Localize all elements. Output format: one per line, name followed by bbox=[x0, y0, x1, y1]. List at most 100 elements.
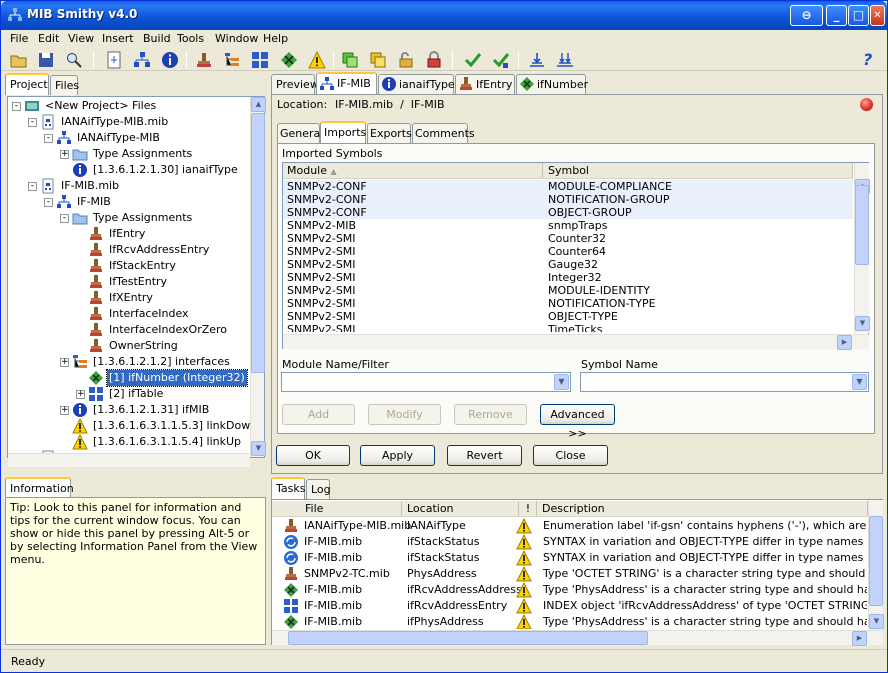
table-row[interactable]: SNMPv2-CONF MODULE-COMPLIANCE bbox=[283, 180, 853, 193]
column-file[interactable]: File bbox=[272, 501, 402, 516]
menu-insert[interactable]: Insert bbox=[102, 32, 134, 45]
menu-view[interactable]: View bbox=[68, 32, 94, 45]
tree-horizontal-scrollbar[interactable] bbox=[8, 453, 250, 467]
save-icon[interactable] bbox=[37, 51, 55, 69]
table-row[interactable]: SNMPv2-SMI OBJECT-TYPE bbox=[283, 310, 853, 323]
extra-title-button[interactable]: ⊖ bbox=[790, 5, 823, 26]
remove-button[interactable]: Remove bbox=[454, 404, 527, 425]
tab-ianaiftype[interactable]: ianaifType bbox=[378, 74, 455, 94]
expand-icon[interactable]: + bbox=[76, 390, 85, 399]
table-row[interactable]: SNMPv2-MIB snmpTraps bbox=[283, 219, 853, 232]
table-row[interactable]: SNMPv2-SMI TimeTicks bbox=[283, 323, 853, 332]
table-row[interactable]: SNMPv2-SMI Gauge32 bbox=[283, 258, 853, 271]
tree-node[interactable]: - IANAifType-MIB.mib bbox=[8, 114, 264, 130]
scroll-thumb[interactable] bbox=[288, 631, 648, 645]
tree-node[interactable]: [1] ifNumber (Integer32) bbox=[8, 369, 264, 387]
tree-node[interactable]: IfRcvAddressEntry bbox=[8, 242, 264, 258]
module-filter-combo[interactable]: ▼ bbox=[281, 372, 571, 392]
scalar-icon[interactable] bbox=[280, 51, 298, 69]
tree-node[interactable]: IfTestEntry bbox=[8, 274, 264, 290]
table-row[interactable]: SNMPv2-SMI Counter32 bbox=[283, 232, 853, 245]
check-icon[interactable] bbox=[464, 51, 482, 69]
scroll-down-icon[interactable]: ▼ bbox=[869, 614, 884, 629]
tab-log[interactable]: Log bbox=[306, 479, 331, 499]
lock-icon[interactable] bbox=[425, 51, 443, 69]
task-row[interactable]: IF-MIB.mib ifPhysAddress Type 'PhysAddress… bbox=[272, 614, 867, 629]
table-icon[interactable] bbox=[251, 51, 269, 69]
tree-node[interactable]: - Type Assignments bbox=[8, 210, 264, 226]
new-file-icon[interactable] bbox=[105, 51, 123, 69]
tree-node[interactable]: + [1.3.6.1.2.1.31] ifMIB bbox=[8, 402, 264, 418]
task-row[interactable]: IF-MIB.mib ifRcvAddressEntry INDEX object … bbox=[272, 598, 867, 614]
table-row[interactable]: SNMPv2-SMI NOTIFICATION-TYPE bbox=[283, 297, 853, 310]
warning-icon[interactable] bbox=[308, 51, 326, 69]
tree-node[interactable]: [1.3.6.1.2.1.30] ianaifType bbox=[8, 162, 264, 178]
collapse-icon[interactable]: - bbox=[60, 214, 69, 223]
scroll-thumb[interactable] bbox=[869, 516, 883, 606]
expand-icon[interactable]: + bbox=[60, 150, 69, 159]
tab-comments[interactable]: Comments bbox=[412, 123, 475, 143]
imports-horizontal-scrollbar[interactable]: ▶ bbox=[283, 334, 869, 350]
tree-node[interactable]: IfStackEntry bbox=[8, 258, 264, 274]
chevron-down-icon[interactable]: ▼ bbox=[852, 374, 867, 390]
column-description[interactable]: Description bbox=[538, 501, 868, 516]
collapse-icon[interactable]: - bbox=[44, 134, 53, 143]
menu-build[interactable]: Build bbox=[143, 32, 171, 45]
info-icon[interactable] bbox=[161, 51, 179, 69]
table-row[interactable]: SNMPv2-CONF NOTIFICATION-GROUP bbox=[283, 193, 853, 206]
tab-ifnumber[interactable]: ifNumber bbox=[516, 74, 588, 94]
tree-node[interactable]: [1.3.6.1.6.3.1.1.5.3] linkDown bbox=[8, 417, 264, 434]
ok-button[interactable]: OK bbox=[276, 445, 350, 466]
tab-imports[interactable]: Imports bbox=[320, 121, 366, 143]
tree-node[interactable]: + [2] ifTable bbox=[8, 386, 264, 402]
tab-project[interactable]: Project bbox=[5, 73, 49, 95]
tree-node[interactable]: InterfaceIndexOrZero bbox=[8, 322, 264, 338]
apply-button[interactable]: Apply bbox=[360, 445, 435, 466]
maximize-button[interactable]: □ bbox=[848, 5, 869, 26]
collapse-icon[interactable]: - bbox=[12, 102, 21, 111]
new-module-icon[interactable] bbox=[133, 51, 151, 69]
task-row[interactable]: IF-MIB.mib ifStackStatus SYNTAX in variati… bbox=[272, 550, 867, 566]
task-row[interactable]: IF-MIB.mib ifStackStatus SYNTAX in variati… bbox=[272, 534, 867, 550]
tree-node[interactable]: - IF-MIB.mib bbox=[8, 178, 264, 194]
close-button[interactable]: Close bbox=[533, 445, 608, 466]
scroll-thumb[interactable] bbox=[251, 113, 265, 373]
add-button[interactable]: Add bbox=[282, 404, 355, 425]
tasks-horizontal-scrollbar[interactable]: ▶ bbox=[272, 630, 883, 646]
collapse-icon[interactable]: - bbox=[28, 182, 37, 191]
task-row[interactable]: IANAifType-MIB.mib IANAifType Enumeration … bbox=[272, 518, 867, 534]
table-row[interactable]: SNMPv2-SMI Counter64 bbox=[283, 245, 853, 258]
tree-node[interactable]: OwnerString bbox=[8, 338, 264, 354]
tree-node[interactable]: - IF-MIB bbox=[8, 194, 264, 210]
compile-all-icon[interactable] bbox=[556, 51, 574, 69]
scroll-down-icon[interactable]: ▼ bbox=[251, 441, 266, 456]
table-row[interactable]: SNMPv2-CONF OBJECT-GROUP bbox=[283, 206, 853, 219]
column-severity[interactable]: ! bbox=[520, 501, 537, 516]
tab-files[interactable]: Files bbox=[50, 75, 79, 95]
tab-general[interactable]: General bbox=[277, 123, 323, 143]
tab-exports[interactable]: Exports bbox=[367, 123, 412, 143]
column-module[interactable]: Module ▲ bbox=[283, 163, 543, 178]
help-icon[interactable]: ? bbox=[863, 50, 872, 69]
tree-node[interactable]: + Type Assignments bbox=[8, 146, 264, 162]
tree-node[interactable]: IfEntry bbox=[8, 226, 264, 242]
check-all-icon[interactable] bbox=[492, 51, 510, 69]
tasks-vertical-scrollbar[interactable]: ▼ bbox=[868, 500, 884, 630]
collapse-icon[interactable]: - bbox=[28, 118, 37, 127]
menu-help[interactable]: Help bbox=[263, 32, 288, 45]
search-icon[interactable] bbox=[65, 51, 83, 69]
menu-window[interactable]: Window bbox=[215, 32, 258, 45]
menu-file[interactable]: File bbox=[10, 32, 28, 45]
close-window-button[interactable]: ✕ bbox=[870, 5, 885, 26]
title-bar[interactable]: MIB Smithy v4.0 ⊖ _ □ ✕ bbox=[1, 1, 887, 30]
tree-node[interactable]: IfXEntry bbox=[8, 290, 264, 306]
tab-information[interactable]: Information bbox=[5, 477, 74, 499]
type-stamp-icon[interactable] bbox=[195, 51, 213, 69]
tree-table-icon[interactable] bbox=[223, 51, 241, 69]
compile-icon[interactable] bbox=[528, 51, 546, 69]
tab-ifentry[interactable]: IfEntry bbox=[455, 74, 515, 94]
tab-tasks[interactable]: Tasks bbox=[271, 477, 305, 499]
scroll-thumb[interactable] bbox=[855, 185, 869, 265]
tab-if-mib[interactable]: IF-MIB bbox=[316, 72, 377, 94]
open-icon[interactable] bbox=[10, 51, 28, 69]
